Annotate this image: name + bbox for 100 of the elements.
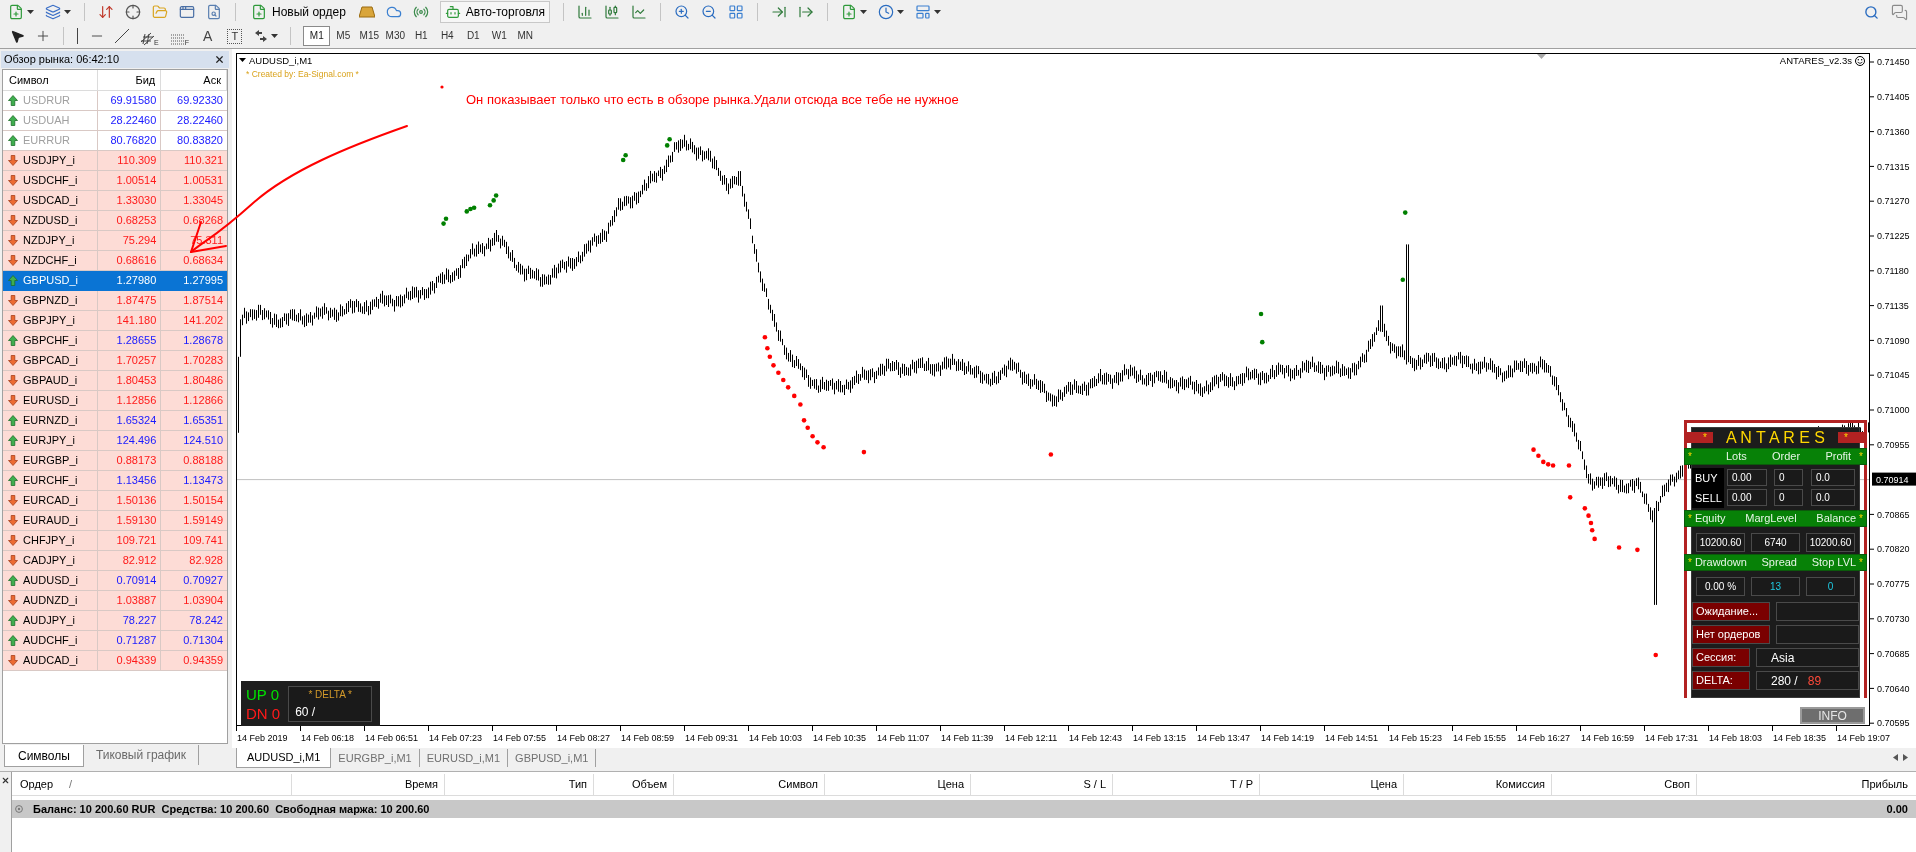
- column-header[interactable]: Аск: [161, 70, 227, 90]
- symbol-row[interactable]: GBPAUD_i 1.80453 1.80486: [3, 371, 227, 391]
- panel-tab[interactable]: Символы: [4, 745, 84, 767]
- timeframe-button[interactable]: M15: [356, 26, 383, 46]
- column-header[interactable]: Ордер /: [12, 774, 292, 795]
- circle-dot-icon[interactable]: [15, 805, 23, 813]
- symbol-row[interactable]: AUDUSD_i 0.70914 0.70927: [3, 571, 227, 591]
- broadcast-icon[interactable]: [412, 4, 429, 20]
- chart-tab[interactable]: EURUSD_i,M1: [419, 749, 509, 767]
- symbol-row[interactable]: CHFJPY_i 109.721 109.741: [3, 531, 227, 551]
- cloud-icon[interactable]: [385, 4, 402, 20]
- symbol-row[interactable]: GBPUSD_i 1.27980 1.27995: [3, 271, 227, 291]
- timeframe-button[interactable]: H4: [434, 26, 461, 46]
- symbol-row[interactable]: EURJPY_i 124.496 124.510: [3, 431, 227, 451]
- timeframe-button[interactable]: M1: [303, 26, 331, 46]
- up-down-arrows-icon[interactable]: [98, 4, 114, 20]
- target-icon[interactable]: [125, 4, 141, 20]
- symbol-row[interactable]: GBPJPY_i 141.180 141.202: [3, 311, 227, 331]
- timeframe-button[interactable]: W1: [486, 26, 513, 46]
- symbol-row[interactable]: AUDCAD_i 0.94339 0.94359: [3, 651, 227, 671]
- column-header[interactable]: Время: [292, 774, 445, 795]
- grid-icon[interactable]: [728, 4, 745, 20]
- symbol-row[interactable]: EURGBP_i 0.88173 0.88188: [3, 451, 227, 471]
- trend-line-icon[interactable]: [115, 29, 129, 43]
- column-header[interactable]: T / P: [1113, 774, 1260, 795]
- caret-icon[interactable]: [271, 34, 279, 38]
- close-icon[interactable]: [1, 776, 10, 785]
- column-header[interactable]: Тип: [445, 774, 594, 795]
- caret-icon[interactable]: [27, 10, 34, 14]
- symbol-row[interactable]: AUDCHF_i 0.71287 0.71304: [3, 631, 227, 651]
- chat-icon[interactable]: [1891, 3, 1908, 21]
- dropdown-caret-icon[interactable]: [239, 58, 246, 62]
- symbol-row[interactable]: GBPNZD_i 1.87475 1.87514: [3, 291, 227, 311]
- chart-tab[interactable]: GBPUSD_i,M1: [508, 749, 597, 767]
- symbol-row[interactable]: USDCAD_i 1.33030 1.33045: [3, 191, 227, 211]
- symbol-row[interactable]: EURCAD_i 1.50136 1.50154: [3, 491, 227, 511]
- scroll-left-icon[interactable]: [1893, 754, 1898, 761]
- symbol-row[interactable]: EURCHF_i 1.13456 1.13473: [3, 471, 227, 491]
- layers-icon[interactable]: [45, 4, 61, 20]
- symbol-row[interactable]: EURAUD_i 1.59130 1.59149: [3, 511, 227, 531]
- symbol-row[interactable]: EURNZD_i 1.65324 1.65351: [3, 411, 227, 431]
- column-header[interactable]: Цена: [1260, 774, 1404, 795]
- arrows-icon[interactable]: [254, 29, 269, 43]
- caret-icon[interactable]: [860, 10, 868, 14]
- vertical-line-icon[interactable]: [76, 28, 79, 44]
- timeframe-button[interactable]: M5: [330, 26, 357, 46]
- timeframe-button[interactable]: D1: [460, 26, 487, 46]
- auto-trading-button[interactable]: Авто-торговля: [439, 1, 551, 23]
- symbol-row[interactable]: USDJPY_i 110.309 110.321: [3, 151, 227, 171]
- ingot-icon[interactable]: [358, 6, 375, 18]
- column-header[interactable]: Комиссия: [1404, 774, 1552, 795]
- chart-tab[interactable]: AUDUSD_i,M1: [236, 748, 332, 768]
- chart-tab[interactable]: EURGBP_i,M1: [331, 749, 420, 767]
- symbol-row[interactable]: USDCHF_i 1.00514 1.00531: [3, 171, 227, 191]
- close-icon[interactable]: [214, 54, 225, 65]
- document-search-icon[interactable]: [206, 4, 222, 20]
- symbol-row[interactable]: GBPCHF_i 1.28655 1.28678: [3, 331, 227, 351]
- symbol-row[interactable]: EURUSD_i 1.12856 1.12866: [3, 391, 227, 411]
- text-tool-button[interactable]: A: [199, 26, 216, 46]
- column-header[interactable]: Прибыль: [1697, 774, 1916, 795]
- bid-price: 0.68616: [116, 255, 157, 266]
- symbol-row[interactable]: GBPCAD_i 1.70257 1.70283: [3, 351, 227, 371]
- timeframe-button[interactable]: H1: [408, 26, 435, 46]
- column-header[interactable]: Своп: [1552, 774, 1697, 795]
- bar-chart-icon[interactable]: [577, 4, 594, 20]
- line-chart-icon[interactable]: [631, 4, 648, 20]
- layout-icon[interactable]: [915, 4, 932, 20]
- clock-icon[interactable]: [878, 4, 895, 20]
- search-icon[interactable]: [1864, 4, 1879, 20]
- symbol-row[interactable]: CADJPY_i 82.912 82.928: [3, 551, 227, 571]
- caret-icon[interactable]: [934, 10, 942, 14]
- shift-marker-icon[interactable]: [1537, 54, 1546, 59]
- time-tick-label: 14 Feb 12:11: [1005, 733, 1058, 743]
- ask-price: 1.70283: [183, 355, 223, 366]
- text-label-button[interactable]: T: [227, 28, 243, 44]
- value-field: 0: [1806, 577, 1855, 596]
- symbol-row[interactable]: AUDNZD_i 1.03887 1.03904: [3, 591, 227, 611]
- timeframe-button[interactable]: M30: [382, 26, 409, 46]
- zoom-in-icon[interactable]: [674, 4, 691, 20]
- symbol-row[interactable]: NZDUSD_i 0.68253 0.68268: [3, 211, 227, 231]
- caret-icon[interactable]: [897, 10, 905, 14]
- column-header[interactable]: S / L: [971, 774, 1113, 795]
- new-order-button[interactable]: Новый ордер: [249, 1, 348, 23]
- candlestick-icon[interactable]: [604, 4, 621, 20]
- panel-tab[interactable]: Тиковый график: [83, 745, 200, 765]
- caret-icon[interactable]: [64, 10, 71, 14]
- arrow-to-line-icon[interactable]: [771, 4, 788, 20]
- column-header[interactable]: Бид: [97, 70, 162, 90]
- column-header[interactable]: Символ: [3, 70, 98, 90]
- zoom-out-icon[interactable]: [701, 4, 718, 20]
- timeframe-button[interactable]: MN: [512, 26, 539, 46]
- column-header[interactable]: Символ: [674, 774, 825, 795]
- cursor-icon[interactable]: [10, 28, 25, 44]
- window-icon[interactable]: [179, 4, 195, 20]
- info-button[interactable]: INFO: [1800, 707, 1865, 724]
- symbol-row[interactable]: AUDJPY_i 78.227 78.242: [3, 611, 227, 631]
- column-header[interactable]: Объем: [594, 774, 674, 795]
- scroll-right-icon[interactable]: [1903, 754, 1908, 761]
- symbol-row[interactable]: NZDCHF_i 0.68616 0.68634: [3, 251, 227, 271]
- column-header[interactable]: Цена: [825, 774, 971, 795]
